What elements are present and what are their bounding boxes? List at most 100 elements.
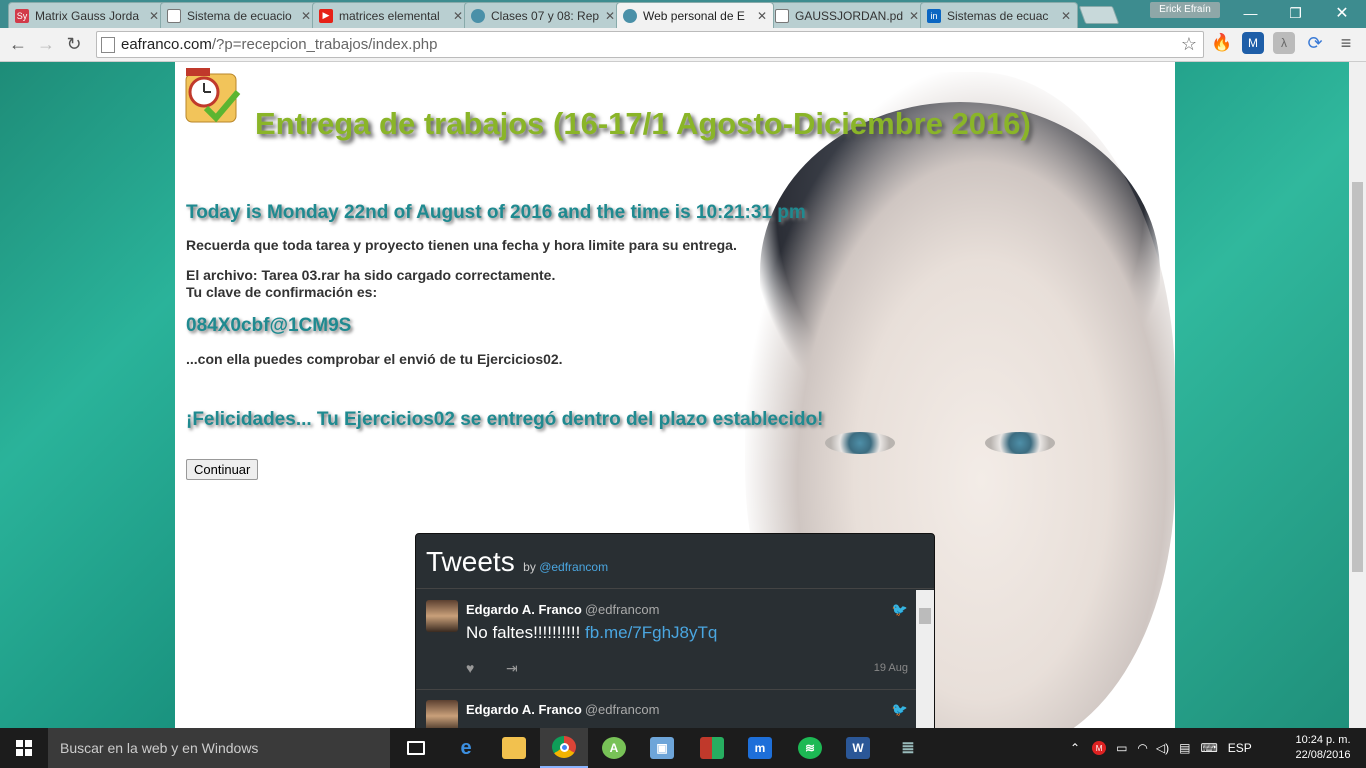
address-bar[interactable]: eafranco.com/?p=recepcion_trabajos/index… [96, 31, 1204, 58]
chrome-icon[interactable] [540, 728, 588, 768]
avatar[interactable] [426, 600, 458, 632]
url-text: eafranco.com/?p=recepcion_trabajos/index… [121, 36, 437, 53]
close-tab-icon[interactable]: ✕ [605, 9, 615, 23]
volume-icon[interactable]: ◁) [1156, 741, 1169, 755]
tweet-author[interactable]: Edgardo A. Franco @edfrancom [466, 702, 659, 717]
word-icon[interactable]: W [834, 728, 882, 768]
winrar-icon[interactable] [688, 728, 736, 768]
congratulations-message: ¡Felicidades... Tu Ejercicios02 se entre… [186, 409, 824, 430]
taskbar-search-input[interactable]: Buscar en la web y en Windows [48, 728, 390, 768]
power-icon[interactable]: ▭ [1116, 741, 1127, 755]
reload-icon[interactable]: ↻ [60, 31, 88, 59]
tweets-scroll-thumb[interactable] [919, 608, 931, 624]
tab-title: matrices elemental [339, 8, 440, 23]
spotify-icon[interactable]: ≋ [786, 728, 834, 768]
wifi-icon[interactable]: ◠ [1137, 741, 1147, 755]
avatar[interactable] [426, 700, 458, 728]
tab-matrix-gauss[interactable]: Sy Matrix Gauss Jorda ✕ [8, 2, 166, 28]
new-tab-button[interactable] [1078, 6, 1120, 24]
tweets-by-label: by [523, 560, 536, 574]
tab-title: Sistema de ecuacio [187, 8, 292, 23]
language-indicator[interactable]: ESP [1228, 741, 1252, 755]
menu-icon[interactable]: ≡ [1335, 32, 1357, 54]
like-heart-icon[interactable]: ♥ [466, 660, 474, 676]
close-tab-icon[interactable]: ✕ [301, 9, 311, 23]
browser-toolbar: ← → ↻ eafranco.com/?p=recepcion_trabajos… [0, 28, 1366, 62]
maximize-icon[interactable]: ❐ [1273, 0, 1318, 26]
date-time-line: Today is Monday 22nd of August of 2016 a… [186, 202, 806, 223]
symbolab-icon: Sy [15, 8, 29, 23]
close-tab-icon[interactable]: ✕ [453, 9, 463, 23]
bookmark-star-icon[interactable]: ☆ [1181, 34, 1197, 55]
tab-matrices-elementales[interactable]: ▶ matrices elemental ✕ [312, 2, 470, 28]
twitter-bird-icon[interactable]: 🐦 [892, 702, 908, 718]
tweet-author-name: Edgardo A. Franco [466, 602, 582, 617]
tweets-header: Tweets by @edfrancom [416, 534, 934, 589]
firefox-like-extension-icon[interactable]: 🔥 [1211, 32, 1233, 54]
tab-title: Web personal de E [643, 8, 745, 23]
globe-icon [471, 8, 485, 23]
tweet-date[interactable]: 19 Aug [874, 662, 908, 674]
tweets-handle-link[interactable]: @edfrancom [539, 560, 608, 574]
tab-title: Clases 07 y 08: Rep [491, 8, 600, 23]
tab-gaussjordan-pdf[interactable]: GAUSSJORDAN.pd ✕ [768, 2, 926, 28]
share-icon[interactable]: ⇥ [506, 660, 518, 677]
continue-button[interactable]: Continuar [186, 459, 259, 480]
globe-icon [623, 8, 637, 23]
right-eye-illustration [985, 432, 1055, 454]
sync-extension-icon[interactable]: ⟳ [1304, 32, 1326, 54]
forward-arrow-icon[interactable]: → [32, 31, 60, 59]
twitter-timeline-widget: Tweets by @edfrancom Edgardo A. Franco @e… [415, 533, 935, 728]
page-icon [101, 36, 115, 53]
remote-desktop-icon[interactable]: m [736, 728, 784, 768]
tweets-scrollbar[interactable] [916, 590, 934, 728]
page-title: Entrega de trabajos (16-17/1 Agosto-Dici… [255, 106, 1031, 141]
mega-icon[interactable]: M [1092, 741, 1107, 755]
tab-sistemas-ecuac[interactable]: in Sistemas de ecuac ✕ [920, 2, 1078, 28]
close-tab-icon[interactable]: ✕ [909, 9, 919, 23]
virtualbox-icon[interactable]: ▣ [638, 728, 686, 768]
tweet-link[interactable]: fb.me/7FghJ8yTq [585, 623, 717, 642]
tweet-author-handle: @edfrancom [584, 602, 660, 617]
close-tab-icon[interactable]: ✕ [1061, 9, 1071, 23]
notifications-icon[interactable]: ▤ [1179, 741, 1190, 755]
close-window-icon[interactable]: ✕ [1318, 0, 1366, 26]
page-scroll-thumb[interactable] [1352, 182, 1363, 572]
twitter-bird-icon[interactable]: 🐦 [892, 602, 908, 618]
back-arrow-icon[interactable]: ← [4, 31, 32, 59]
document-icon [775, 8, 789, 23]
youtube-icon: ▶ [319, 8, 333, 23]
tab-sistema-ecuaciones[interactable]: Sistema de ecuacio ✕ [160, 2, 318, 28]
left-eye-illustration [825, 432, 895, 454]
windows-start-icon[interactable] [0, 728, 48, 768]
edge-icon[interactable]: e [442, 728, 490, 768]
tab-web-personal[interactable]: Web personal de E ✕ [616, 2, 774, 28]
page-scrollbar[interactable] [1349, 62, 1366, 728]
tweet-author[interactable]: Edgardo A. Franco @edfrancom [466, 602, 659, 617]
tab-title: GAUSSJORDAN.pd [795, 8, 904, 23]
tab-clases[interactable]: Clases 07 y 08: Rep ✕ [464, 2, 622, 28]
confirmation-key-label: Tu clave de confirmación es: [186, 284, 378, 300]
tweet-author-handle: @edfrancom [584, 702, 660, 717]
android-studio-icon[interactable]: A [590, 728, 638, 768]
chevron-up-icon[interactable]: ⌃ [1070, 741, 1080, 755]
stack-app-icon[interactable]: ≣ [884, 728, 932, 768]
page-content: Entrega de trabajos (16-17/1 Agosto-Dici… [175, 62, 1175, 728]
close-tab-icon[interactable]: ✕ [757, 9, 767, 23]
tweet-item: Edgardo A. Franco @edfrancom 🐦 No faltes!… [416, 590, 918, 690]
minimize-icon[interactable]: — [1228, 0, 1273, 26]
tab-title: Sistemas de ecuac [947, 8, 1049, 23]
keyboard-icon[interactable]: ⌨ [1200, 741, 1217, 755]
task-view-icon[interactable] [392, 728, 440, 768]
file-explorer-icon[interactable] [490, 728, 538, 768]
clock-date: 22/08/2016 [1295, 749, 1351, 761]
verify-message: ...con ella puedes comprobar el envió de… [186, 351, 563, 367]
upload-message: El archivo: Tarea 03.rar ha sido cargado… [186, 267, 556, 283]
lambda-extension-icon[interactable]: λ [1273, 32, 1295, 54]
profile-button[interactable]: Erick Efraín [1150, 2, 1220, 18]
tweet-text: No faltes!!!!!!!!!! fb.me/7FghJ8yTq [466, 623, 717, 643]
url-path: /?p=recepcion_trabajos/index.php [211, 36, 438, 53]
shield-extension-icon[interactable]: M [1242, 32, 1264, 54]
taskbar-clock[interactable]: 10:24 p. m. 22/08/2016 [1288, 733, 1358, 763]
close-tab-icon[interactable]: ✕ [149, 9, 159, 23]
